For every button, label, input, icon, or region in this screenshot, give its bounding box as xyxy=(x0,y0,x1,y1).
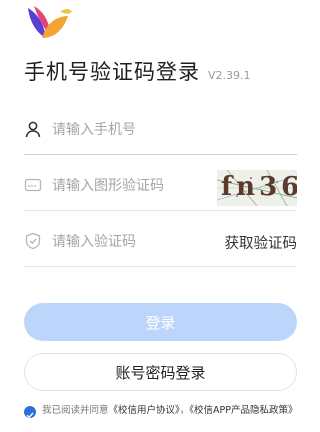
captcha-field: fn36 xyxy=(24,162,297,211)
agreement-prefix: 我已阅读并同意 xyxy=(42,405,109,416)
shield-check-icon xyxy=(24,232,42,250)
password-login-button[interactable]: 账号密码登录 xyxy=(24,353,297,391)
phone-input[interactable] xyxy=(52,106,232,154)
captcha-icon xyxy=(24,176,42,194)
sms-code-input[interactable] xyxy=(52,218,232,266)
captcha-text: fn36 xyxy=(221,172,297,202)
user-icon xyxy=(24,120,42,138)
check-icon xyxy=(26,412,34,419)
agreement-checkbox[interactable] xyxy=(24,406,36,419)
sms-code-field: 获取验证码 xyxy=(24,218,297,267)
privacy-policy-link[interactable]: 《校信APP产品隐私政策》 xyxy=(189,405,297,416)
agreement-separator: ， xyxy=(179,405,190,416)
captcha-image[interactable]: fn36 xyxy=(217,170,297,206)
phone-field xyxy=(24,106,297,155)
captcha-input[interactable] xyxy=(52,162,232,210)
page-title: 手机号验证码登录 xyxy=(24,60,200,84)
login-button[interactable]: 登录 xyxy=(24,303,297,341)
agreement-text: 我已阅读并同意《校信用户协议》，《校信APP产品隐私政策》 xyxy=(42,405,304,417)
header: 手机号验证码登录 V2.39.1 xyxy=(24,56,251,86)
user-agreement-link[interactable]: 《校信用户协议》 xyxy=(109,405,180,416)
app-logo xyxy=(24,4,76,48)
version-label: V2.39.1 xyxy=(208,69,251,82)
get-code-button[interactable]: 获取验证码 xyxy=(225,232,298,253)
